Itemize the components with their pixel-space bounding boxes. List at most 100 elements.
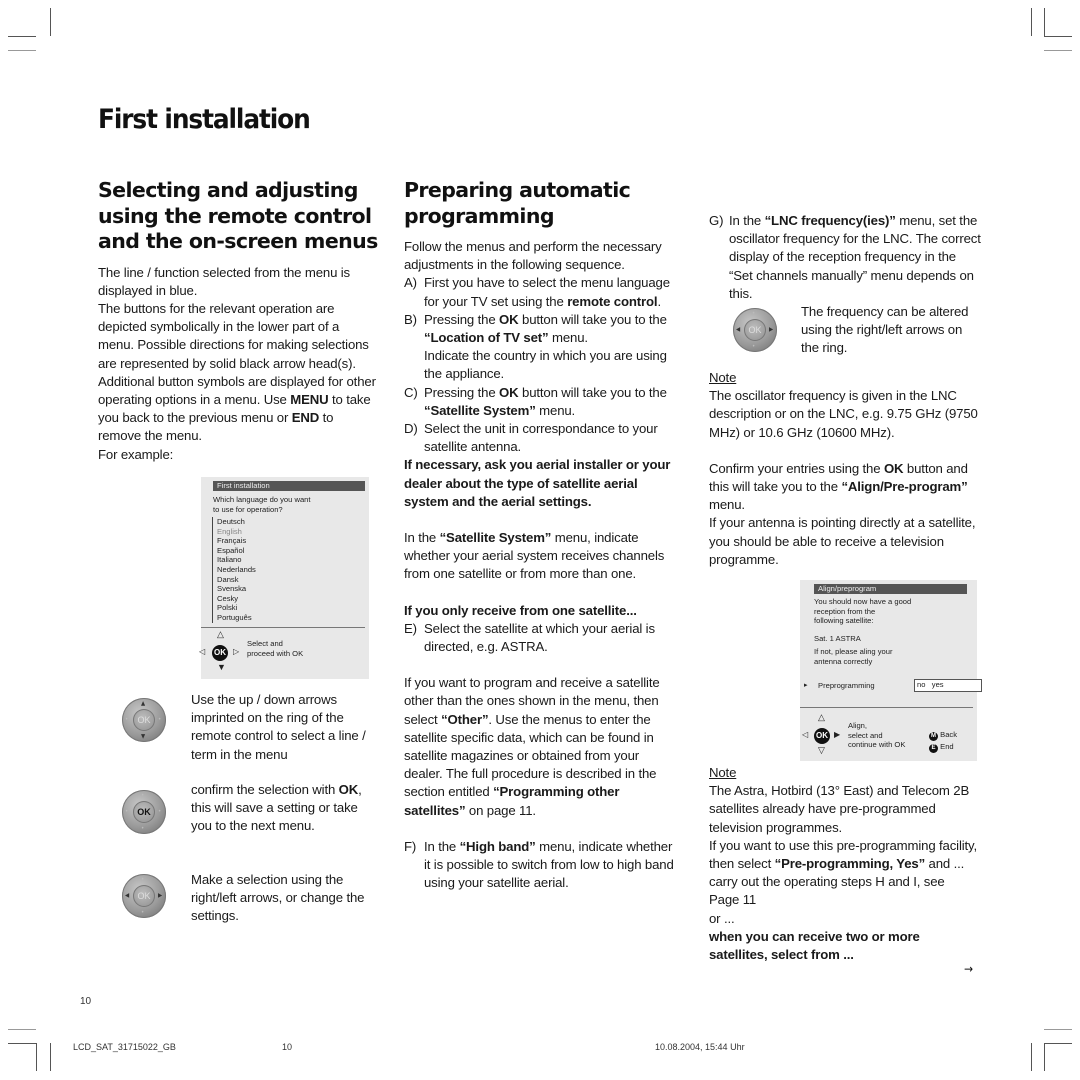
crop-mark — [8, 1029, 36, 1030]
page-title: First installation — [98, 104, 311, 135]
menu-hint: Select and proceed with OK — [247, 639, 304, 658]
heading-line: programming — [404, 203, 555, 228]
menu-hint: Align, select and continue with OK — [848, 721, 906, 750]
left-arrow-icon: ◁ — [802, 730, 809, 739]
remote-ring-left-right-icon: • • ◀ ▶ OK — [733, 308, 777, 352]
step-g: G) In the “LNC frequency(ies)” menu, set … — [709, 213, 981, 301]
crop-mark — [1031, 1043, 1032, 1071]
section-heading-programming: Preparing automatic programming — [404, 178, 679, 229]
note-title: Note — [709, 765, 737, 780]
language-list: Deutsch English Français Español Italiano Ned… — [212, 517, 256, 623]
heading-line: Selecting and adjusting — [98, 178, 358, 202]
note-text: The oscillator frequency is given in the… — [709, 388, 978, 440]
remote-ring-up-down-icon: ▲ ▼ • • OK — [122, 698, 166, 742]
end-hint: E End — [929, 742, 954, 753]
language-option[interactable]: Deutsch — [217, 517, 256, 527]
align-preprogram-menu: Align/preprogram You should now have a g… — [800, 580, 982, 761]
remote-tip-ok: confirm the selection with OK, this will… — [191, 782, 362, 834]
right-arrow-icon: ▶ — [834, 730, 841, 739]
paragraph: Follow the menus and perform the necessa… — [404, 239, 662, 273]
divider — [800, 707, 973, 708]
up-arrow-icon: △ — [818, 712, 825, 722]
paragraph: If you want to use this pre-programming … — [709, 837, 977, 872]
paragraph: carry out the operating steps H and I, s… — [709, 874, 945, 908]
frequency-tip: The frequency can be altered using the r… — [801, 304, 969, 356]
crop-mark — [8, 1043, 36, 1044]
column-3: G) In the “LNC frequency(ies)” menu, set … — [709, 212, 983, 569]
crop-mark — [8, 50, 36, 51]
language-option[interactable]: Cesky — [217, 594, 256, 604]
heading-line: and the on-screen menus — [98, 229, 378, 253]
step-c: C) Pressing the OK button will take you t… — [404, 384, 667, 418]
crop-mark — [1044, 36, 1072, 37]
language-option[interactable]: Italiano — [217, 555, 256, 565]
right-arrow-icon: ▷ — [233, 647, 240, 656]
preprogramming-option-box[interactable]: no yes — [914, 679, 982, 692]
menu-header: Align/preprogram — [814, 584, 967, 594]
continue-arrow-icon: → — [964, 962, 974, 976]
crop-mark — [50, 8, 51, 36]
section-heading-remote: Selecting and adjusting using the remote… — [98, 178, 378, 255]
step-b: B) Pressing the OK button will take you t… — [404, 311, 667, 382]
menu-message: You should now have a good reception fro… — [814, 597, 912, 626]
down-arrow-icon: ▼ — [217, 662, 226, 672]
back-hint: M Back — [929, 730, 958, 741]
preprogramming-label[interactable]: Preprogramming — [818, 681, 875, 691]
language-option[interactable]: English — [217, 527, 256, 537]
crop-mark — [36, 1043, 37, 1071]
remote-tip-up-down: Use the up / down arrows imprinted on th… — [191, 692, 366, 762]
language-option[interactable]: Dansk — [217, 575, 256, 585]
divider — [201, 627, 365, 628]
selection-pointer-icon: ▸ — [804, 682, 808, 689]
ok-button-icon: OK — [212, 645, 228, 661]
heading-line: Preparing automatic — [404, 178, 631, 202]
language-option[interactable]: Français — [217, 536, 256, 546]
language-option[interactable]: Español — [217, 546, 256, 556]
step-d: D) Select the unit in correspondance to y… — [404, 421, 658, 455]
remote-ring-left-right-icon: • • ◀ ▶ OK — [122, 874, 166, 918]
crop-mark — [50, 1043, 51, 1071]
footer-page: 10 — [282, 1042, 293, 1052]
paragraph: In the “Satellite System” menu, indicate… — [404, 530, 665, 582]
remote-tip-left-right: Make a selection using the right/left ar… — [191, 872, 365, 924]
language-option[interactable]: Nederlands — [217, 565, 256, 575]
down-arrow-icon: ▽ — [818, 745, 825, 755]
note-title: Note — [709, 370, 737, 386]
paragraph: For example: — [98, 446, 174, 462]
paragraph: The buttons for the relevant operation a… — [98, 300, 376, 444]
crop-mark — [1044, 8, 1045, 36]
footer-file-name: LCD_SAT_31715022_GB — [73, 1042, 176, 1052]
heading-line: using the remote control — [98, 203, 372, 228]
ok-button-icon: OK — [814, 728, 830, 744]
language-option[interactable]: Svenska — [217, 584, 256, 594]
paragraph: The line / function selected from the me… — [98, 264, 351, 298]
left-arrow-icon: ◁ — [199, 647, 206, 656]
column-2: Preparing automatic programming Follow t… — [404, 178, 679, 893]
subheading: If you only receive from one satellite..… — [404, 602, 637, 618]
paragraph: Confirm your entries using the OK button… — [709, 460, 968, 513]
up-arrow-icon: △ — [217, 629, 224, 639]
menu-question: Which language do you want to use for op… — [213, 495, 311, 514]
remote-ring-ok-icon: • • • • OK — [122, 790, 166, 834]
continue-text: when you can receive two or more satelli… — [709, 928, 920, 963]
language-option[interactable]: Português — [217, 613, 256, 623]
step-a: A) First you have to select the menu lang… — [404, 275, 670, 309]
menu-key-icon: M — [929, 732, 938, 741]
crop-mark — [8, 36, 36, 37]
crop-mark — [1031, 8, 1032, 36]
page-number: 10 — [80, 996, 92, 1007]
column-1: Selecting and adjusting using the remote… — [98, 178, 378, 464]
end-key-icon: E — [929, 744, 938, 753]
crop-mark — [1044, 50, 1072, 51]
language-option[interactable]: Polski — [217, 603, 256, 613]
step-e: E) Select the satellite at which your aer… — [404, 620, 655, 655]
paragraph: or ... — [709, 910, 735, 926]
menu-header: First installation — [213, 481, 365, 491]
crop-mark — [1044, 1043, 1045, 1071]
step-f: F) In the “High band” menu, indicate whet… — [404, 838, 674, 891]
language-menu-example: First installation Which language do you… — [199, 477, 369, 679]
footer-timestamp: 10.08.2004, 15:44 Uhr — [655, 1042, 745, 1052]
menu-instructions: If not, please aling your antenna correc… — [814, 647, 893, 666]
intro-text: The line / function selected from the me… — [98, 264, 378, 464]
column-3-lower: Note The Astra, Hotbird (13° East) and T… — [709, 764, 983, 964]
